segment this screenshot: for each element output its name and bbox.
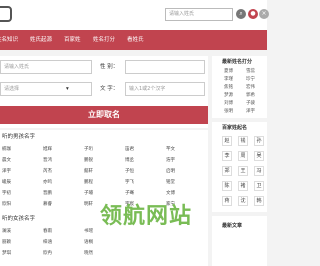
score-name-item[interactable]: 夏博 xyxy=(224,68,233,74)
score-panel: 最新姓名打分 夏博 雪蕊李瑾 珍宁焦铭 宏伟梦源 郭希刘博 子骏张明 泽宇 xyxy=(212,56,267,118)
top-bar: 请输入姓氏 ⌕ ● × xyxy=(0,0,269,30)
boy-name-item[interactable]: 懿轩 xyxy=(84,168,93,174)
boy-name-item[interactable]: 芮杰 xyxy=(43,168,52,174)
boy-name-item[interactable]: 浩宇 xyxy=(166,157,175,163)
boy-name-item[interactable]: 宇飞 xyxy=(125,179,134,185)
boy-name-item[interactable]: 旭辉 xyxy=(43,146,52,152)
score-name-item[interactable]: 泽宇 xyxy=(246,108,255,114)
girl-name-item[interactable]: 澜溪 xyxy=(2,228,11,234)
article-panel: 最新文章 xyxy=(212,216,267,266)
girl-name-item[interactable]: 梓涵 xyxy=(43,239,52,245)
surname-tile[interactable]: 吴 xyxy=(254,151,264,161)
girl-name-item[interactable]: 语桐 xyxy=(84,239,93,245)
nav-item-score[interactable]: 姓名打分 xyxy=(93,30,115,50)
surname-tile[interactable]: 李 xyxy=(222,151,232,161)
article-panel-title: 最新文章 xyxy=(222,223,243,229)
surname-tile[interactable]: 孙 xyxy=(254,136,264,146)
boy-name-item[interactable]: 楠珈 xyxy=(2,146,11,152)
surname-tile[interactable]: 周 xyxy=(238,151,248,161)
boy-name-item[interactable]: 鹏锐 xyxy=(84,157,93,163)
surname-tile[interactable]: 褚 xyxy=(238,181,248,191)
boy-name-item[interactable]: 晨文 xyxy=(2,157,11,163)
boy-name-item[interactable]: 欣阳 xyxy=(2,201,11,207)
boy-name-item[interactable]: 泽宇 xyxy=(2,168,11,174)
nav-item-knowledge[interactable]: 姓名知识 xyxy=(0,30,18,50)
main-nav: 姓名知识 姓氏起源 百家姓 姓名打分 看姓氏 xyxy=(0,30,267,50)
surname-tile[interactable]: 王 xyxy=(238,166,248,176)
boy-name-item[interactable]: 博丞 xyxy=(125,157,134,163)
score-name-item[interactable]: 刘博 xyxy=(224,100,233,106)
nav-item-surnames[interactable]: 百家姓 xyxy=(64,30,81,50)
gender-select[interactable] xyxy=(125,60,205,74)
surname-tile[interactable]: 冯 xyxy=(254,166,264,176)
surname-tile[interactable]: 韩 xyxy=(254,196,264,206)
surname-panel-title: 百家姓起名 xyxy=(222,125,248,131)
user-icon[interactable]: ● xyxy=(248,9,258,19)
boy-name-item[interactable]: 子珩 xyxy=(84,146,93,152)
surname-tile[interactable]: 赵 xyxy=(222,136,232,146)
surname-tile[interactable]: 郑 xyxy=(222,166,232,176)
nav-item-view[interactable]: 看姓氏 xyxy=(127,30,144,50)
surname-tile[interactable]: 沈 xyxy=(238,196,248,206)
search-input[interactable]: 请输入姓氏 xyxy=(165,8,233,21)
chevron-down-icon[interactable]: ▾ xyxy=(66,82,69,96)
girls-section-title: 听的女孩名字 xyxy=(2,216,36,222)
naming-form: 请输入姓氏 性 别： 请选择 ▾ 文 字： 输入1或2个汉字 立即取名 xyxy=(0,56,208,128)
boy-name-item[interactable]: 晋鸿 xyxy=(43,157,52,163)
surname-input[interactable]: 请输入姓氏 xyxy=(0,60,92,74)
boy-name-item[interactable]: 子璿 xyxy=(84,190,93,196)
girl-name-item[interactable]: 丽颖 xyxy=(2,239,11,245)
words-label: 文 字： xyxy=(100,86,119,92)
girl-name-item[interactable]: 晓然 xyxy=(84,250,93,256)
boy-name-item[interactable]: 慕睿 xyxy=(43,201,52,207)
submit-button[interactable]: 立即取名 xyxy=(0,106,208,124)
boy-name-item[interactable]: 子骞 xyxy=(125,190,134,196)
score-name-item[interactable]: 子骏 xyxy=(246,100,255,106)
search-icon[interactable]: ⌕ xyxy=(236,9,246,19)
boy-name-item[interactable]: 峻辰 xyxy=(2,179,11,185)
boy-name-item[interactable]: 芊文 xyxy=(166,146,175,152)
score-name-item[interactable]: 珍宁 xyxy=(246,76,255,82)
score-name-item[interactable]: 焦铭 xyxy=(224,84,233,90)
surname-panel: 百家姓起名 赵钱孙李周吴郑王冯陈褚卫蒋沈韩 xyxy=(212,122,267,212)
surname-tile[interactable]: 蒋 xyxy=(222,196,232,206)
site-logo[interactable] xyxy=(0,6,12,22)
girl-name-item[interactable]: 春雨 xyxy=(43,228,52,234)
boy-name-item[interactable]: 子恒 xyxy=(125,168,134,174)
close-icon[interactable]: × xyxy=(259,9,269,19)
words-input[interactable]: 输入1或2个汉字 xyxy=(125,82,205,96)
boy-name-item[interactable]: 亦鸣 xyxy=(43,179,52,185)
boy-name-item[interactable]: 铭堂 xyxy=(166,179,175,185)
score-name-item[interactable]: 宏伟 xyxy=(246,84,255,90)
boy-name-item[interactable]: 晋鹏 xyxy=(43,190,52,196)
surname-tile[interactable]: 卫 xyxy=(254,181,264,191)
nav-item-origin[interactable]: 姓氏起源 xyxy=(30,30,52,50)
score-name-item[interactable]: 雪蕊 xyxy=(246,68,255,74)
watermark-logo: 领航网站 xyxy=(100,204,193,229)
score-name-item[interactable]: 郭希 xyxy=(246,92,255,98)
boy-name-item[interactable]: 宇初 xyxy=(2,190,11,196)
birth-select[interactable]: 请选择 xyxy=(0,82,92,96)
boy-name-item[interactable]: 明轩 xyxy=(84,201,93,207)
girl-name-item[interactable]: 欣冉 xyxy=(43,250,52,256)
boys-section-title: 听的男孩名字 xyxy=(2,134,36,140)
boy-name-item[interactable]: 文博 xyxy=(166,190,175,196)
boy-name-item[interactable]: 启明 xyxy=(166,168,175,174)
boy-name-item[interactable]: 鹏程 xyxy=(84,179,93,185)
score-panel-title: 最新姓名打分 xyxy=(222,59,253,65)
surname-tile[interactable]: 钱 xyxy=(238,136,248,146)
score-name-item[interactable]: 李瑾 xyxy=(224,76,233,82)
surname-tile[interactable]: 陈 xyxy=(222,181,232,191)
score-name-item[interactable]: 张明 xyxy=(224,108,233,114)
boy-name-item[interactable]: 笛君 xyxy=(125,146,134,152)
girl-name-item[interactable]: 梦琪 xyxy=(2,250,11,256)
score-name-item[interactable]: 梦源 xyxy=(224,92,233,98)
gender-label: 性 别： xyxy=(100,64,119,70)
girl-name-item[interactable]: 书瑶 xyxy=(84,228,93,234)
